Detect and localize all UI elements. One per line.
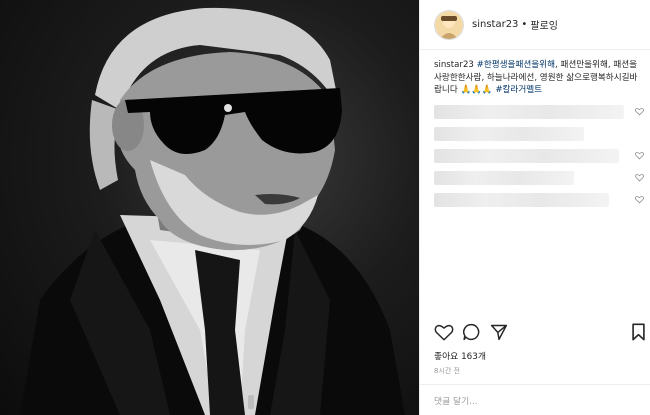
likes-count[interactable]: 좋아요 163개 bbox=[434, 349, 486, 362]
caption: sinstar23 #한평생을패션을위해, 패션만을위해, 패션을사랑한한사람,… bbox=[434, 59, 644, 97]
bookmark-icon[interactable] bbox=[631, 323, 646, 341]
comment-box: 댓글 달기... bbox=[420, 384, 650, 415]
comment-like-icon[interactable] bbox=[635, 173, 644, 182]
comments-section: sinstar23 #한평생을패션을위해, 패션만을위해, 패션을사랑한한사람,… bbox=[434, 59, 644, 209]
caption-emoji: 🙏🙏🙏 bbox=[457, 85, 496, 95]
blurred-comment bbox=[434, 126, 584, 141]
heart-icon[interactable] bbox=[434, 323, 454, 341]
post-timestamp: 8시간 전 bbox=[434, 367, 460, 375]
comment-like-icon[interactable] bbox=[635, 195, 644, 204]
following-button[interactable]: 팔로잉 bbox=[530, 17, 558, 32]
post-photo[interactable] bbox=[0, 0, 419, 415]
portrait-image bbox=[20, 7, 405, 415]
blurred-comment bbox=[434, 192, 609, 207]
post-sidebar: sinstar23 • 팔로잉 sinstar23 #한평생을패션을위해, 패션… bbox=[419, 0, 650, 415]
comment-icon[interactable] bbox=[462, 323, 481, 341]
comment-row bbox=[434, 125, 644, 143]
comment-like-icon[interactable] bbox=[635, 107, 644, 116]
blurred-comment bbox=[434, 170, 574, 185]
action-bar bbox=[434, 323, 646, 343]
comment-input[interactable]: 댓글 달기... bbox=[434, 394, 478, 407]
caption-hashtag[interactable]: #한평생을패션을위해 bbox=[477, 60, 555, 70]
caption-username[interactable]: sinstar23 bbox=[434, 60, 474, 70]
instagram-post: sinstar23 • 팔로잉 sinstar23 #한평생을패션을위해, 패션… bbox=[0, 0, 650, 415]
comment-row bbox=[434, 147, 644, 165]
avatar[interactable] bbox=[434, 9, 464, 40]
comment-row bbox=[434, 103, 644, 121]
comment-like-icon[interactable] bbox=[635, 151, 644, 160]
blurred-comment bbox=[434, 104, 624, 119]
share-icon[interactable] bbox=[490, 323, 508, 341]
caption-hashtag[interactable]: #칼라거펠트 bbox=[495, 85, 542, 95]
post-header: sinstar23 • 팔로잉 bbox=[420, 0, 650, 50]
comment-row bbox=[434, 191, 644, 209]
blurred-comment bbox=[434, 148, 619, 163]
avatar-image bbox=[435, 10, 463, 39]
comment-row bbox=[434, 169, 644, 187]
header-separator: • bbox=[521, 19, 528, 30]
header-username[interactable]: sinstar23 bbox=[472, 19, 518, 30]
